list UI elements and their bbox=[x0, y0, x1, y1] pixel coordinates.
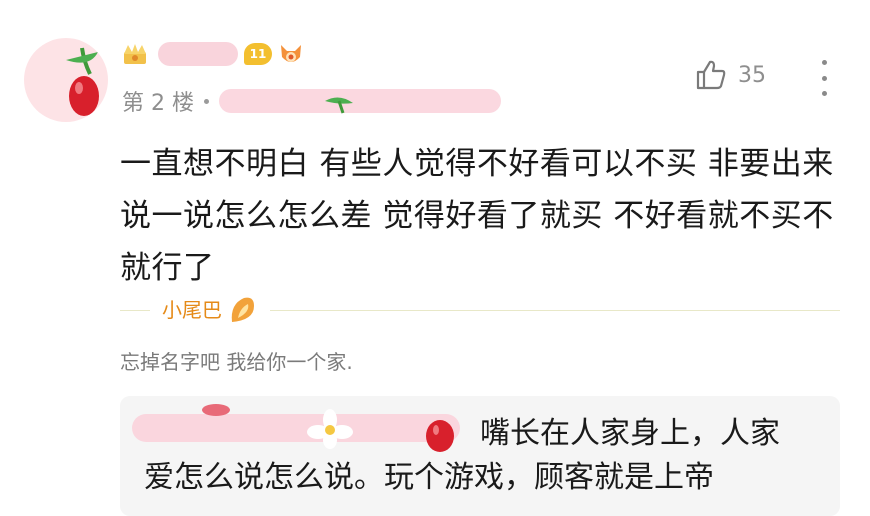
cherry-icon bbox=[66, 47, 99, 116]
post-content: 一直想不明白 有些人觉得不好看可以不买 非要出来说一说怎么怎么差 觉得好看了就买… bbox=[120, 146, 834, 286]
like-count: 35 bbox=[738, 62, 766, 88]
reply-preview[interactable]: 嘴长在人家身上，人家 爱怎么说怎么说。玩个游戏，顾客就是上帝 bbox=[120, 396, 840, 516]
tail-label: 小尾巴 bbox=[162, 298, 222, 322]
signature-text: 忘掉名字吧 我给你一个家. bbox=[120, 350, 353, 374]
fox-tail-icon bbox=[231, 297, 254, 322]
location-blurred bbox=[218, 89, 501, 114]
floor-number: 第 2 楼 bbox=[122, 91, 194, 116]
divider-line-right bbox=[270, 310, 840, 311]
more-options-icon[interactable] bbox=[812, 60, 836, 96]
like-button[interactable]: 35 bbox=[694, 58, 766, 92]
reply-text-line1: 嘴长在人家身上，人家 bbox=[480, 416, 780, 451]
leaf-decoration-icon bbox=[324, 97, 353, 114]
thumbs-up-icon bbox=[696, 60, 726, 90]
reply-decoration-icon bbox=[202, 404, 454, 452]
crown-badge-icon bbox=[122, 41, 148, 67]
author-row: 11 bbox=[122, 36, 304, 72]
fox-badge-icon bbox=[278, 41, 304, 67]
reply-text-line2: 爱怎么说怎么说。玩个游戏，顾客就是上帝 bbox=[144, 460, 714, 495]
separator-dot bbox=[203, 98, 209, 104]
floor-row: 第 2 楼 bbox=[122, 86, 501, 116]
divider-line-left bbox=[120, 310, 150, 311]
tail-divider: 小尾巴 bbox=[120, 297, 840, 322]
username-blurred[interactable] bbox=[158, 42, 238, 66]
avatar[interactable] bbox=[24, 38, 108, 122]
level-badge: 11 bbox=[244, 43, 272, 65]
